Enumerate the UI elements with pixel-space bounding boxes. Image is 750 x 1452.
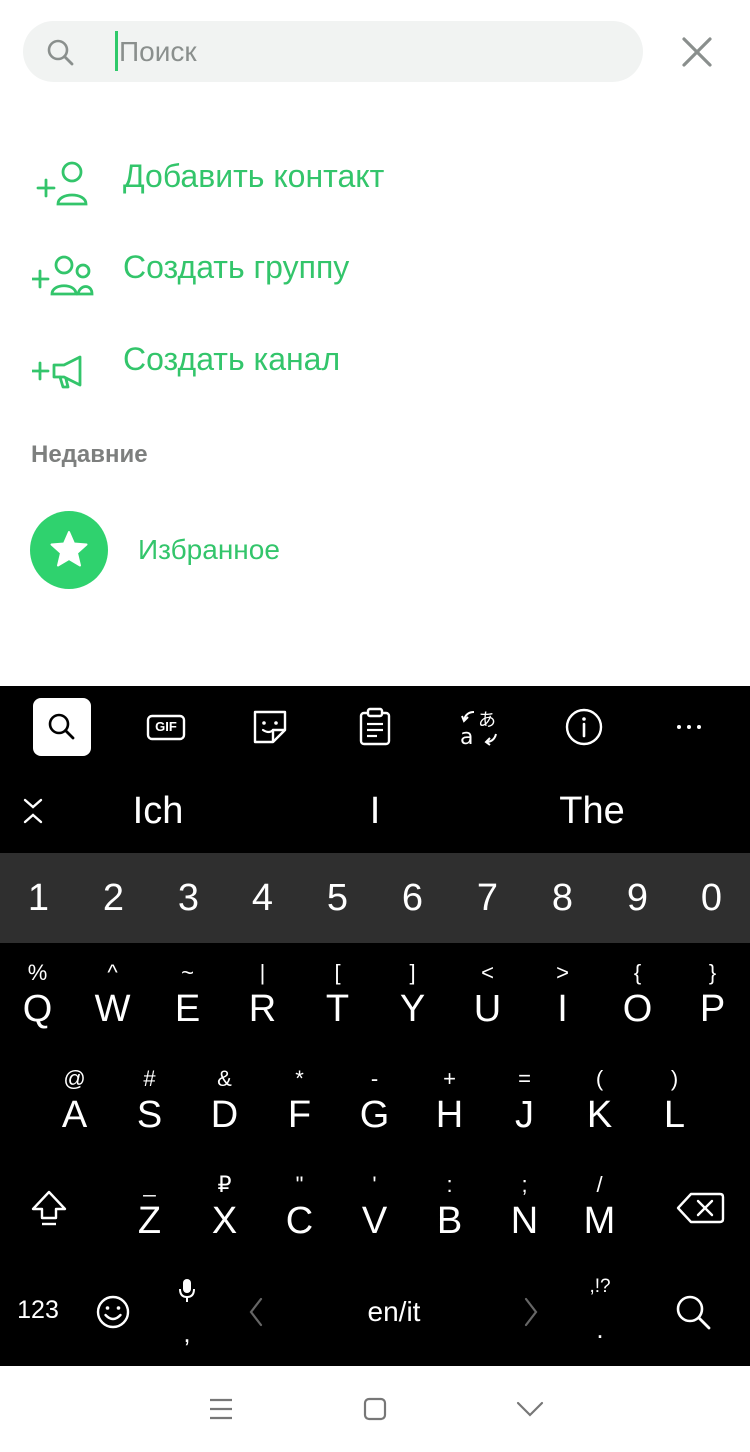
sticker-icon [253, 710, 287, 744]
punctuation-hint: ,!? [589, 1276, 611, 1297]
create-group-button[interactable]: Создать группу [0, 229, 750, 309]
microphone-icon[interactable] [177, 1276, 197, 1304]
key-d[interactable]: & D [187, 1064, 262, 1136]
more-icon [677, 725, 701, 729]
key-p[interactable]: } P [675, 958, 750, 1030]
key-u[interactable]: < U [450, 958, 525, 1030]
star-icon [50, 531, 88, 567]
key-y[interactable]: ] Y [375, 958, 450, 1030]
key-i[interactable]: > I [525, 958, 600, 1030]
keyboard-search-button[interactable] [33, 698, 91, 756]
space-bar[interactable]: en/it [324, 1296, 464, 1328]
recent-item-favorites[interactable]: Избранное [0, 505, 750, 595]
numbers-mode-key[interactable]: 123 [8, 1296, 68, 1325]
key-s[interactable]: # S [112, 1064, 187, 1136]
recent-section-title: Недавние [31, 441, 148, 468]
gif-label: GIF [155, 719, 177, 734]
key-n[interactable]: ; N [487, 1170, 562, 1242]
number-row: 1 2 3 4 5 6 7 8 9 0 [0, 853, 750, 943]
emoji-icon[interactable] [94, 1293, 132, 1331]
close-icon[interactable] [672, 27, 722, 77]
key-0[interactable]: 0 [674, 853, 749, 943]
create-channel-button[interactable]: Создать канал [0, 321, 750, 401]
search-bar[interactable] [23, 21, 643, 82]
backspace-icon[interactable] [675, 1188, 727, 1228]
text-caret [115, 31, 118, 71]
translate-icon: a あ [460, 710, 497, 750]
collapse-suggestions-icon[interactable] [18, 796, 48, 826]
comma-key[interactable]: , [172, 1318, 202, 1349]
shift-icon[interactable] [23, 1182, 75, 1234]
info-button[interactable] [555, 698, 613, 756]
key-v[interactable]: ' V [337, 1170, 412, 1242]
key-q[interactable]: % Q [0, 958, 75, 1030]
period-key[interactable]: . [585, 1314, 615, 1345]
create-channel-label: Создать канал [123, 341, 341, 377]
search-input[interactable] [119, 21, 619, 82]
key-j[interactable]: = J [487, 1064, 562, 1136]
add-contact-label: Добавить контакт [123, 158, 385, 194]
key-1[interactable]: 1 [1, 853, 76, 943]
key-x[interactable]: ₽ X [187, 1170, 262, 1242]
translate-button[interactable]: a あ [450, 698, 508, 756]
system-nav-bar [0, 1366, 750, 1452]
svg-text:あ: あ [478, 710, 496, 731]
add-contact-icon [36, 161, 88, 206]
keyboard-go-search-icon[interactable] [673, 1292, 713, 1332]
key-2[interactable]: 2 [76, 853, 151, 943]
key-k[interactable]: (K [562, 1064, 637, 1136]
key-h[interactable]: + H [412, 1064, 487, 1136]
key-l[interactable]: ) L [637, 1064, 712, 1136]
key-r[interactable]: | R [225, 958, 300, 1030]
back-chevron-down-icon[interactable] [513, 1394, 547, 1424]
key-4[interactable]: 4 [225, 853, 300, 943]
app-content: Добавить контакт Создать группу Создать … [0, 0, 750, 686]
key-5[interactable]: 5 [300, 853, 375, 943]
key-c[interactable]: " C [262, 1170, 337, 1242]
cursor-left-icon[interactable] [246, 1296, 266, 1328]
key-m[interactable]: / M [562, 1170, 637, 1242]
create-group-label: Создать группу [123, 249, 350, 285]
key-e[interactable]: ~ E [150, 958, 225, 1030]
add-channel-icon [32, 355, 82, 389]
key-6[interactable]: 6 [375, 853, 450, 943]
suggestion-2[interactable]: I [275, 790, 475, 833]
key-z[interactable]: _ Z [112, 1170, 187, 1242]
svg-text:a: a [460, 725, 473, 750]
key-8[interactable]: 8 [525, 853, 600, 943]
key-7[interactable]: 7 [450, 853, 525, 943]
add-group-icon [32, 255, 94, 296]
clipboard-icon [359, 707, 391, 746]
suggestion-3[interactable]: The [492, 790, 692, 833]
key-t[interactable]: [T [300, 958, 375, 1030]
key-f[interactable]: * F [262, 1064, 337, 1136]
key-o[interactable]: {O [600, 958, 675, 1030]
favorites-label: Избранное [138, 534, 280, 565]
menu-icon[interactable] [204, 1394, 238, 1424]
search-icon [48, 713, 75, 740]
sticker-button[interactable] [241, 698, 299, 756]
avatar [30, 511, 108, 589]
cursor-right-icon[interactable] [521, 1296, 541, 1328]
key-w[interactable]: ^ W [75, 958, 150, 1030]
key-g[interactable]: -G [337, 1064, 412, 1136]
key-9[interactable]: 9 [600, 853, 675, 943]
search-icon [47, 39, 74, 66]
clipboard-button[interactable] [346, 698, 404, 756]
key-b[interactable]: :B [412, 1170, 487, 1242]
home-icon[interactable] [358, 1394, 392, 1424]
key-a[interactable]: @ A [37, 1064, 112, 1136]
gif-button[interactable]: GIF [137, 698, 195, 756]
info-icon [565, 708, 603, 746]
more-button[interactable] [660, 698, 718, 756]
key-3[interactable]: 3 [151, 853, 226, 943]
suggestion-1[interactable]: Ich [58, 790, 258, 833]
keyboard: GIF a あ Ich I The 1 2 3 4 5 6 7 8 9 0 % … [0, 686, 750, 1366]
add-contact-button[interactable]: Добавить контакт [0, 138, 750, 218]
